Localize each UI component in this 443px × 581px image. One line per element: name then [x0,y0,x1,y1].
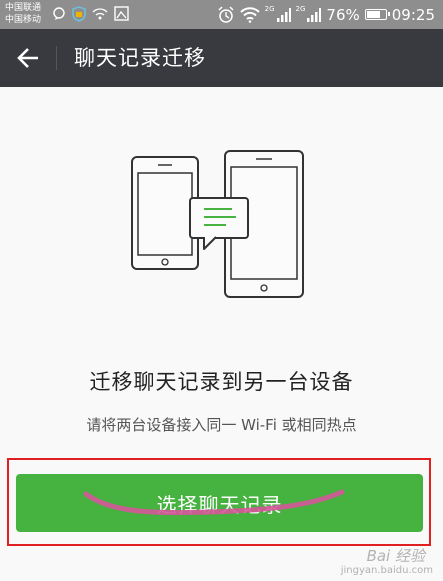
watermark-url: jingyan.baidu.com [340,565,433,576]
app-bar-divider [56,46,57,70]
network-type-1: 2G [264,4,275,13]
carrier-labels: 中国联通 中国移动 [5,2,41,26]
network-type-2: 2G [295,4,306,13]
annotation-underline [83,489,345,516]
clock: 09:25 [391,5,435,24]
page-title: 聊天记录迁移 [74,46,206,70]
main-heading: 迁移聊天记录到另一台设备 [89,370,354,394]
back-button[interactable] [14,43,44,73]
instruction-text: 请将两台设备接入同一 Wi-Fi 或相同热点 [86,416,357,434]
carrier-1-label: 中国联通 [5,3,42,13]
battery-percent: 76% [326,5,360,24]
app-bar: 聊天记录迁移 [0,29,443,87]
wifi-off-icon [92,8,108,20]
wifi-icon [239,6,260,23]
signal-icon [276,7,291,22]
carrier-2-label: 中国移动 [5,15,42,25]
watermark-logo: Bai 经验 [366,547,425,565]
status-right: 2G 2G 76% 09:25 [217,0,435,29]
status-bar: 中国联通 中国移动 2G 2G 76% 09:25 [0,0,443,29]
arrow-left-icon [17,48,38,68]
shield-icon [72,6,86,22]
signal-icon [307,7,322,22]
chat-bubble-icon [53,7,65,20]
alarm-icon [218,5,234,23]
image-icon [114,6,129,21]
battery-icon [364,9,390,20]
phone-transfer-icon [131,150,304,298]
